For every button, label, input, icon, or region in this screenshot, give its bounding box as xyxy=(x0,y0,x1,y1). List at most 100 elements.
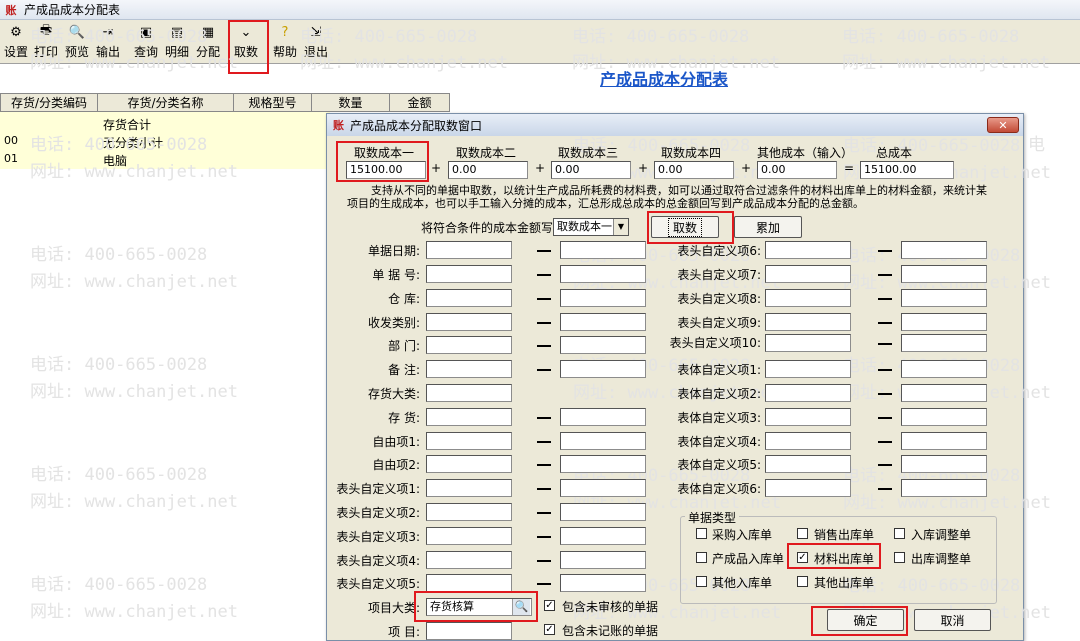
body-custom-2-to[interactable] xyxy=(901,384,987,402)
table-row[interactable]: 存货合计 xyxy=(0,114,330,132)
cancel-button[interactable]: 取消 xyxy=(914,609,991,631)
doc-no-from[interactable] xyxy=(426,265,512,283)
head-custom-6-to[interactable] xyxy=(901,241,987,259)
doc-type-other-out-checkbox[interactable] xyxy=(797,576,808,587)
head-custom-7-from[interactable] xyxy=(765,265,851,283)
range-dash xyxy=(878,393,892,395)
field-label-head-custom-4: 表头自定义项4: xyxy=(336,554,420,568)
doc-no-to[interactable] xyxy=(560,265,646,283)
head-custom-6-from[interactable] xyxy=(765,241,851,259)
body-custom-5-to[interactable] xyxy=(901,455,987,473)
exit-button[interactable]: ⇲ 退出 xyxy=(303,23,329,61)
doc-date-from[interactable] xyxy=(426,241,512,259)
body-custom-1-to[interactable] xyxy=(901,360,987,378)
department-to[interactable] xyxy=(560,336,646,354)
doc-type-purchase-in-checkbox[interactable] xyxy=(696,528,707,539)
table-row[interactable]: 00 无分类小计 xyxy=(0,132,330,150)
column-header-code[interactable]: 存货/分类编码 xyxy=(0,93,98,112)
body-custom-6-to[interactable] xyxy=(901,479,987,497)
warehouse-to[interactable] xyxy=(560,289,646,307)
column-header-spec[interactable]: 规格型号 xyxy=(234,93,312,112)
cost-3-input[interactable]: 0.00 xyxy=(551,161,631,179)
include-unposted-checkbox[interactable]: ✓ xyxy=(544,624,555,635)
table-row[interactable]: 01 电脑 xyxy=(0,150,330,168)
head-custom-10-to[interactable] xyxy=(901,334,987,352)
doc-type-out-adjust-checkbox[interactable] xyxy=(894,552,905,563)
close-icon[interactable]: ✕ xyxy=(987,117,1019,133)
head-custom-5-to[interactable] xyxy=(560,574,646,592)
detail-button[interactable]: ▤ 明细 xyxy=(164,23,190,61)
head-custom-8-to[interactable] xyxy=(901,289,987,307)
range-dash xyxy=(878,322,892,324)
head-custom-3-from[interactable] xyxy=(426,527,512,545)
free-2-from[interactable] xyxy=(426,455,512,473)
inventory-from[interactable] xyxy=(426,408,512,426)
highlight-fetch-button xyxy=(228,20,269,74)
body-custom-3-from[interactable] xyxy=(765,408,851,426)
settings-button[interactable]: ⚙ 设置 xyxy=(4,23,28,61)
free-1-from[interactable] xyxy=(426,432,512,450)
accumulate-button[interactable]: 累加 xyxy=(734,216,802,238)
window-title: 产成品成本分配表 xyxy=(24,3,121,17)
body-custom-3-to[interactable] xyxy=(901,408,987,426)
remark-from[interactable] xyxy=(426,360,512,378)
head-custom-7-to[interactable] xyxy=(901,265,987,283)
print-icon: 🖶 xyxy=(39,23,53,38)
other-cost-input[interactable]: 0.00 xyxy=(757,161,837,179)
body-custom-1-from[interactable] xyxy=(765,360,851,378)
exit-icon: ⇲ xyxy=(310,24,322,40)
dialog-titlebar: 账 产成品成本分配取数窗口 ✕ xyxy=(327,114,1023,136)
doc-type-in-adjust-checkbox[interactable] xyxy=(894,528,905,539)
free-2-to[interactable] xyxy=(560,455,646,473)
head-custom-8-from[interactable] xyxy=(765,289,851,307)
inventory-to[interactable] xyxy=(560,408,646,426)
project-input[interactable] xyxy=(426,622,512,640)
free-1-to[interactable] xyxy=(560,432,646,450)
query-button[interactable]: ▣ 查询 xyxy=(133,23,159,61)
field-label-head-custom-2: 表头自定义项2: xyxy=(336,506,420,520)
field-label-head-custom-7: 表头自定义项7: xyxy=(677,268,761,282)
help-button[interactable]: ? 帮助 xyxy=(272,23,298,61)
cost-2-input[interactable]: 0.00 xyxy=(448,161,528,179)
doc-type-product-in-checkbox[interactable] xyxy=(696,552,707,563)
doc-date-to[interactable] xyxy=(560,241,646,259)
head-custom-3-to[interactable] xyxy=(560,527,646,545)
warehouse-from[interactable] xyxy=(426,289,512,307)
doc-type-product-in-label: 产成品入库单 xyxy=(712,552,785,566)
body-custom-5-from[interactable] xyxy=(765,455,851,473)
head-custom-1-to[interactable] xyxy=(560,479,646,497)
head-custom-5-from[interactable] xyxy=(426,574,512,592)
body-custom-4-from[interactable] xyxy=(765,432,851,450)
department-from[interactable] xyxy=(426,336,512,354)
head-custom-10-from[interactable] xyxy=(765,334,851,352)
doc-type-other-in-checkbox[interactable] xyxy=(696,576,707,587)
column-header-qty[interactable]: 数量 xyxy=(312,93,390,112)
head-custom-9-from[interactable] xyxy=(765,313,851,331)
inventory-class-input[interactable] xyxy=(426,384,512,402)
export-button[interactable]: ⇥ 输出 xyxy=(95,23,121,61)
io-category-from[interactable] xyxy=(426,313,512,331)
head-custom-2-from[interactable] xyxy=(426,503,512,521)
head-custom-4-to[interactable] xyxy=(560,551,646,569)
watermark-phone: 电话: 400-665-0028 xyxy=(30,465,208,485)
head-custom-9-to[interactable] xyxy=(901,313,987,331)
column-header-amount[interactable]: 金额 xyxy=(390,93,450,112)
dialog-logo-icon: 账 xyxy=(333,119,344,132)
preview-button[interactable]: 🔍 预览 xyxy=(64,23,90,61)
allocate-button[interactable]: ▦ 分配 xyxy=(195,23,221,61)
include-unaudited-checkbox[interactable]: ✓ xyxy=(544,600,555,611)
write-to-select[interactable]: 取数成本一 ▼ xyxy=(553,218,629,236)
print-button[interactable]: 🖶 打印 xyxy=(33,23,59,61)
head-custom-2-to[interactable] xyxy=(560,503,646,521)
head-custom-4-from[interactable] xyxy=(426,551,512,569)
head-custom-1-from[interactable] xyxy=(426,479,512,497)
body-custom-2-from[interactable] xyxy=(765,384,851,402)
remark-to[interactable] xyxy=(560,360,646,378)
io-category-to[interactable] xyxy=(560,313,646,331)
doc-type-sales-out-checkbox[interactable] xyxy=(797,528,808,539)
cost-4-input[interactable]: 0.00 xyxy=(654,161,734,179)
column-header-name[interactable]: 存货/分类名称 xyxy=(98,93,234,112)
doc-type-other-in-label: 其他入库单 xyxy=(712,576,773,590)
body-custom-4-to[interactable] xyxy=(901,432,987,450)
body-custom-6-from[interactable] xyxy=(765,479,851,497)
